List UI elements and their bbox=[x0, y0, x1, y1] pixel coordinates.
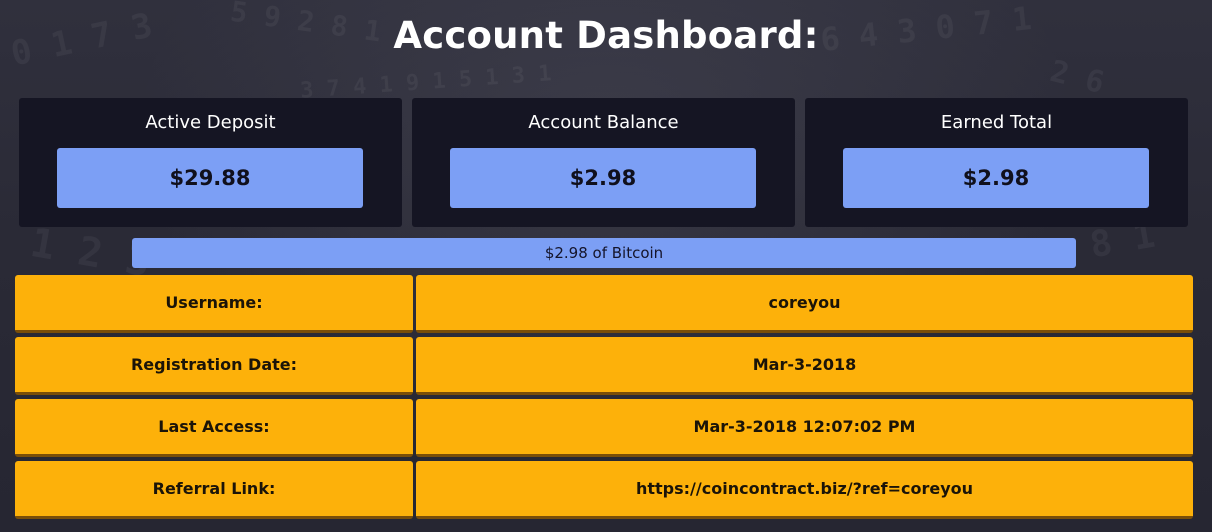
earned-total-card: Earned Total $2.98 bbox=[805, 98, 1188, 227]
account-balance-card: Account Balance $2.98 bbox=[412, 98, 795, 227]
registration-date-value: Mar-3-2018 bbox=[416, 337, 1193, 395]
info-row-referral-link: Referral Link: https://coincontract.biz/… bbox=[15, 461, 1193, 521]
page-title: Account Dashboard: bbox=[393, 14, 819, 57]
bitcoin-balance-bar: $2.98 of Bitcoin bbox=[132, 238, 1076, 268]
username-value: coreyou bbox=[416, 275, 1193, 333]
active-deposit-label: Active Deposit bbox=[145, 112, 276, 133]
last-access-value: Mar-3-2018 12:07:02 PM bbox=[416, 399, 1193, 457]
referral-link-value[interactable]: https://coincontract.biz/?ref=coreyou bbox=[416, 461, 1193, 519]
account-balance-value: $2.98 bbox=[450, 148, 756, 208]
info-row-last-access: Last Access: Mar-3-2018 12:07:02 PM bbox=[15, 399, 1193, 459]
username-label: Username: bbox=[15, 275, 413, 333]
info-row-registration-date: Registration Date: Mar-3-2018 bbox=[15, 337, 1193, 397]
referral-link-label: Referral Link: bbox=[15, 461, 413, 519]
registration-date-label: Registration Date: bbox=[15, 337, 413, 395]
active-deposit-value: $29.88 bbox=[57, 148, 363, 208]
info-row-username: Username: coreyou bbox=[15, 275, 1193, 335]
account-balance-label: Account Balance bbox=[528, 112, 679, 133]
earned-total-value: $2.98 bbox=[843, 148, 1149, 208]
active-deposit-card: Active Deposit $29.88 bbox=[19, 98, 402, 227]
earned-total-label: Earned Total bbox=[940, 112, 1053, 133]
last-access-label: Last Access: bbox=[15, 399, 413, 457]
